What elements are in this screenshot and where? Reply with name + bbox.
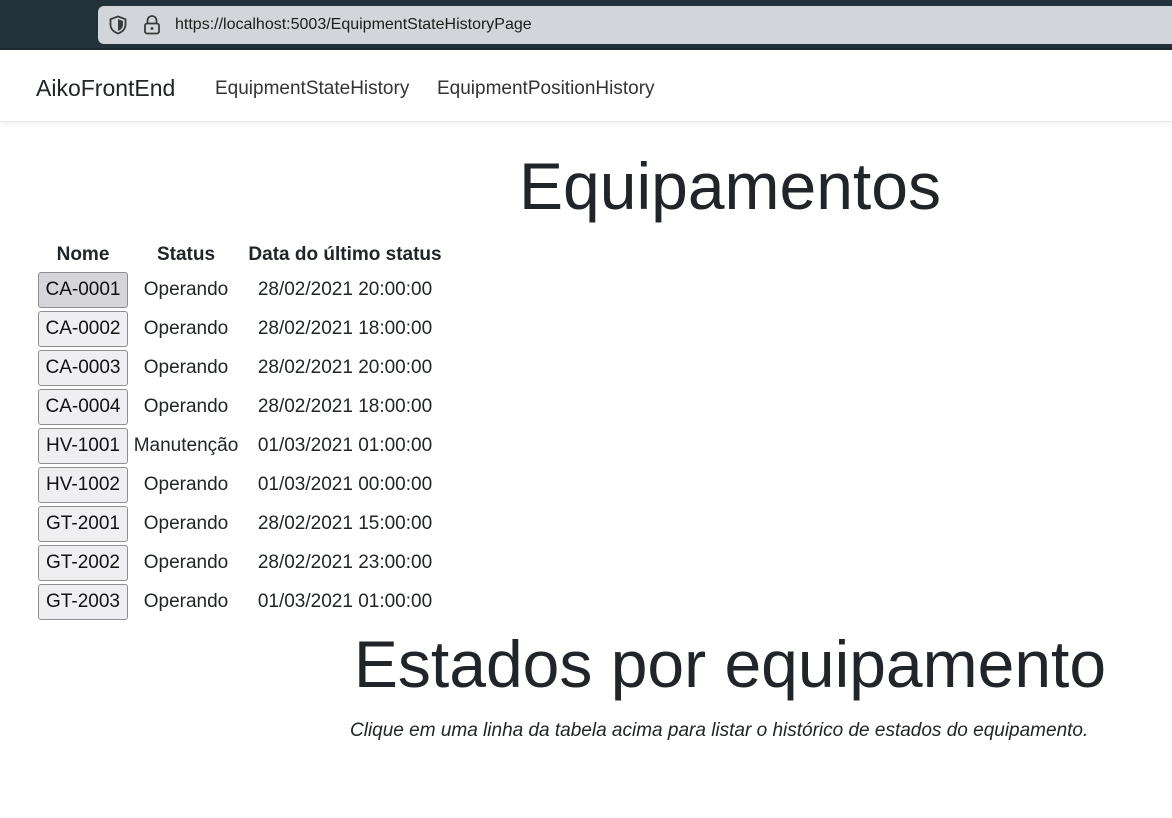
address-bar[interactable]: https://localhost:5003/EquipmentStateHis…	[98, 6, 1172, 44]
equipment-button[interactable]: CA-0002	[38, 310, 128, 347]
name-cell: GT-2002	[36, 543, 130, 582]
states-section-title: Estados por equipamento	[353, 627, 1107, 701]
date-cell: 28/02/2021 15:00:00	[257, 512, 433, 534]
date-cell: 01/03/2021 01:00:00	[257, 434, 433, 456]
instruction-text: Clique em uma linha da tabela acima para…	[350, 720, 1089, 741]
date-cell: 28/02/2021 23:00:00	[257, 551, 433, 573]
name-cell: GT-2001	[36, 504, 130, 543]
status-cell: Operando	[143, 590, 229, 612]
equipment-button[interactable]: GT-2003	[38, 583, 128, 620]
date-cell: 28/02/2021 18:00:00	[257, 317, 433, 339]
name-cell: CA-0004	[36, 387, 130, 426]
table-row[interactable]: CA-0002 Operando 28/02/2021 18:00:00	[36, 309, 448, 348]
date-cell: 01/03/2021 00:00:00	[257, 473, 433, 495]
table-row[interactable]: GT-2003 Operando 01/03/2021 01:00:00	[36, 582, 448, 621]
equipment-table: Nome Status Data do último status CA-000…	[36, 240, 448, 621]
status-cell: Operando	[143, 317, 229, 339]
url-text[interactable]: https://localhost:5003/EquipmentStateHis…	[175, 16, 532, 34]
status-cell: Operando	[143, 551, 229, 573]
name-cell: HV-1002	[36, 465, 130, 504]
shield-icon[interactable]	[108, 15, 128, 35]
browser-toolbar: https://localhost:5003/EquipmentStateHis…	[0, 0, 1172, 50]
name-cell: CA-0001	[36, 270, 130, 309]
table-row[interactable]: CA-0001 Operando 28/02/2021 20:00:00	[36, 270, 448, 309]
nav-link-equipment-state-history[interactable]: EquipmentStateHistory	[215, 78, 409, 100]
column-header-status: Status	[156, 244, 216, 265]
equipment-button[interactable]: CA-0004	[38, 388, 128, 425]
navbar-brand[interactable]: AikoFrontEnd	[36, 75, 175, 102]
table-row[interactable]: GT-2001 Operando 28/02/2021 15:00:00	[36, 504, 448, 543]
equipment-button[interactable]: HV-1002	[38, 466, 128, 503]
status-cell: Operando	[143, 512, 229, 534]
date-cell: 28/02/2021 20:00:00	[257, 356, 433, 378]
name-cell: HV-1001	[36, 426, 130, 465]
page-title: Equipamentos	[519, 149, 941, 223]
table-row[interactable]: GT-2002 Operando 28/02/2021 23:00:00	[36, 543, 448, 582]
top-navbar: AikoFrontEnd EquipmentStateHistory Equip…	[0, 50, 1172, 122]
status-cell: Operando	[143, 395, 229, 417]
status-cell: Manutenção	[133, 434, 239, 456]
lock-icon[interactable]	[143, 14, 161, 36]
equipment-button[interactable]: GT-2002	[38, 544, 128, 581]
date-cell: 28/02/2021 20:00:00	[257, 278, 433, 300]
table-row[interactable]: HV-1002 Operando 01/03/2021 00:00:00	[36, 465, 448, 504]
equipment-button[interactable]: CA-0001	[38, 271, 128, 308]
date-cell: 28/02/2021 18:00:00	[257, 395, 433, 417]
table-row[interactable]: HV-1001 Manutenção 01/03/2021 01:00:00	[36, 426, 448, 465]
table-row[interactable]: CA-0003 Operando 28/02/2021 20:00:00	[36, 348, 448, 387]
column-header-last-status-date: Data do último status	[248, 244, 442, 265]
status-cell: Operando	[143, 278, 229, 300]
table-row[interactable]: CA-0004 Operando 28/02/2021 18:00:00	[36, 387, 448, 426]
name-cell: CA-0002	[36, 309, 130, 348]
equipment-button[interactable]: GT-2001	[38, 505, 128, 542]
status-cell: Operando	[143, 356, 229, 378]
name-cell: GT-2003	[36, 582, 130, 621]
table-header-row: Nome Status Data do último status	[36, 240, 448, 270]
name-cell: CA-0003	[36, 348, 130, 387]
date-cell: 01/03/2021 01:00:00	[257, 590, 433, 612]
equipment-button[interactable]: CA-0003	[38, 349, 128, 386]
equipment-button[interactable]: HV-1001	[38, 427, 128, 464]
status-cell: Operando	[143, 473, 229, 495]
column-header-name: Nome	[56, 244, 110, 265]
nav-link-equipment-position-history[interactable]: EquipmentPositionHistory	[437, 78, 655, 100]
